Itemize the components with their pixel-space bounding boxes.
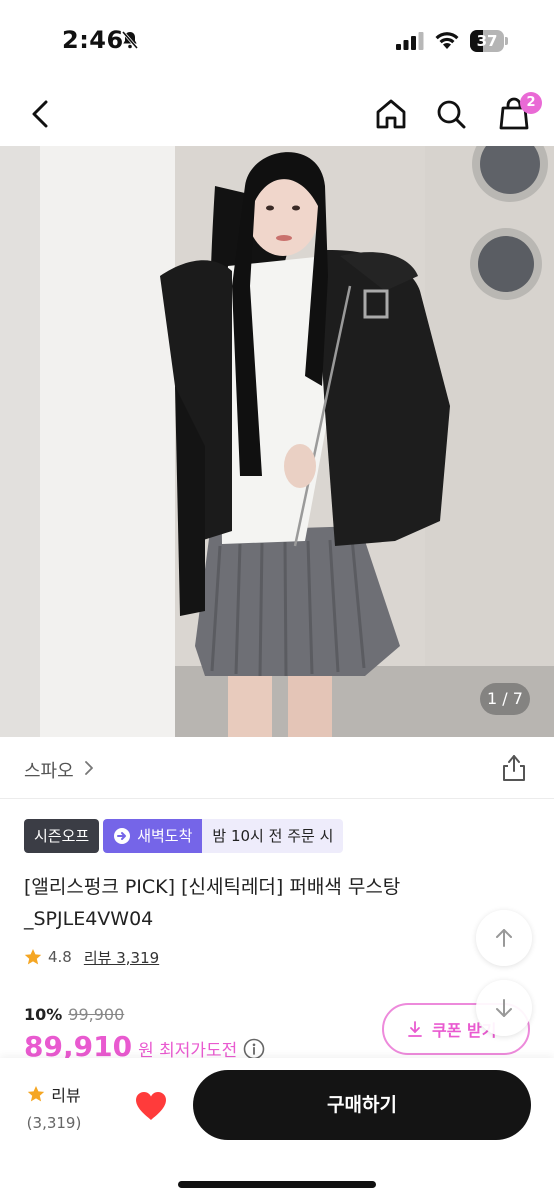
original-price: 99,900 bbox=[68, 1005, 125, 1024]
dawn-delivery-badge: 새벽도착 bbox=[103, 819, 203, 853]
arrow-up-icon bbox=[496, 929, 512, 947]
brand-link[interactable]: 스파오 bbox=[24, 757, 74, 783]
review-count-link[interactable]: 리뷰 3,319 bbox=[84, 947, 159, 968]
back-arrow-icon[interactable] bbox=[22, 94, 58, 134]
chevron-right-icon[interactable] bbox=[82, 759, 96, 777]
bottom-purchase-bar: 리뷰 (3,319) 구매하기 bbox=[0, 1058, 554, 1200]
share-icon[interactable] bbox=[500, 753, 528, 783]
rating-value: 4.8 bbox=[48, 948, 72, 966]
order-deadline-badge: 밤 10시 전 주문 시 bbox=[202, 819, 344, 853]
nav-header bbox=[0, 80, 554, 146]
brand-row: 스파오 bbox=[0, 737, 554, 799]
heart-icon[interactable] bbox=[134, 1090, 168, 1122]
status-time: 2:46 bbox=[62, 26, 124, 54]
star-icon bbox=[24, 949, 42, 965]
home-indicator bbox=[178, 1181, 376, 1188]
delivery-arrow-icon bbox=[114, 828, 131, 844]
bottom-review-count: (3,319) bbox=[26, 1114, 82, 1132]
buy-button[interactable]: 구매하기 bbox=[193, 1070, 531, 1140]
bottom-review-label: 리뷰 bbox=[51, 1086, 81, 1105]
season-off-badge: 시즌오프 bbox=[24, 819, 100, 853]
image-page-indicator: 1 / 7 bbox=[480, 683, 530, 715]
bell-muted-icon bbox=[121, 31, 139, 49]
scroll-top-button[interactable] bbox=[476, 910, 532, 966]
product-photo bbox=[0, 146, 554, 737]
product-badges: 시즌오프 새벽도착 밤 10시 전 주문 시 bbox=[24, 819, 344, 853]
download-icon bbox=[408, 1021, 422, 1037]
product-title: [앨리스펑크 PICK] [신세틱레더] 퍼배색 무스탕 _SPJLE4VW04 bbox=[24, 876, 401, 930]
arrow-down-icon bbox=[496, 999, 512, 1017]
scroll-bottom-button[interactable] bbox=[476, 980, 532, 1036]
info-icon[interactable] bbox=[243, 1038, 265, 1060]
cellular-signal-icon bbox=[396, 32, 424, 50]
discount-rate: 10% bbox=[24, 1005, 63, 1024]
star-icon bbox=[28, 1086, 45, 1102]
battery-level: 37 bbox=[476, 32, 498, 50]
product-image-carousel[interactable]: 1 / 7 bbox=[0, 146, 554, 737]
rating-row: 4.8 리뷰 3,319 bbox=[24, 946, 159, 968]
bottom-review-summary[interactable]: 리뷰 (3,319) bbox=[24, 1082, 84, 1132]
status-bar: 2:46 37 bbox=[0, 0, 554, 80]
wifi-icon bbox=[435, 32, 459, 49]
dawn-delivery-label: 새벽도착 bbox=[137, 827, 193, 845]
search-icon[interactable] bbox=[432, 94, 470, 134]
cart-count-badge: 2 bbox=[520, 92, 542, 114]
battery-indicator: 37 bbox=[470, 30, 508, 52]
home-icon[interactable] bbox=[372, 94, 410, 134]
discount-row: 10% 99,900 bbox=[24, 1005, 124, 1024]
